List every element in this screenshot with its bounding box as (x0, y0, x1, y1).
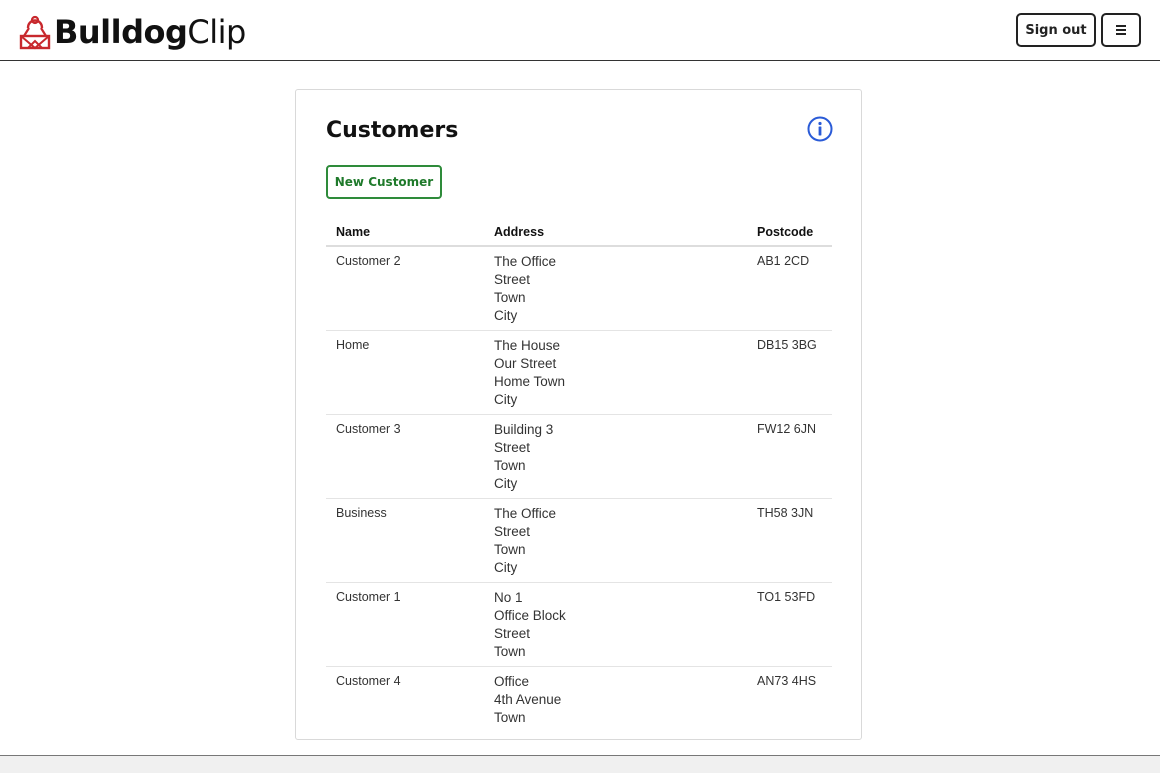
customers-table-body: Customer 2 The Office Street Town City AB1 2C… (326, 246, 832, 732)
menu-button[interactable] (1101, 13, 1141, 47)
address-line: Street (494, 626, 531, 641)
customer-name-cell[interactable]: Customer 4 (326, 666, 484, 732)
page-title: Customers (326, 118, 459, 143)
address-line: Town (494, 458, 526, 473)
address-line: The House (494, 338, 561, 353)
customer-address-cell: No 1 Office Block Street Town (484, 582, 747, 667)
bulldog-clip-icon (19, 15, 51, 50)
address-line: No 1 (494, 590, 523, 605)
sign-out-button[interactable]: Sign out (1016, 13, 1096, 47)
address-line: City (494, 560, 518, 575)
address-line: Office (494, 674, 530, 689)
info-icon (807, 116, 833, 142)
address-line: Office Block (494, 608, 566, 623)
column-header-name[interactable]: Name (326, 218, 484, 247)
table-row[interactable]: Customer 2 The Office Street Town City AB1 2C… (326, 246, 832, 331)
brand-name-bold: Bulldog (54, 13, 188, 51)
address-line: City (494, 392, 518, 407)
address-line: Town (494, 542, 526, 557)
customer-address-cell: Office 4th Avenue Town (484, 666, 747, 732)
hamburger-icon (1116, 25, 1126, 35)
address-line: City (494, 308, 518, 323)
table-row[interactable]: Business The Office Street Town City TH58 3JN (326, 498, 832, 583)
brand-name-light: Clip (187, 13, 246, 51)
customer-postcode-cell: DB15 3BG (747, 330, 832, 415)
customers-panel: Customers New Customer Name Address Post… (295, 89, 862, 740)
customer-name-cell[interactable]: Business (326, 498, 484, 583)
customer-address-cell: The House Our Street Home Town City (484, 330, 747, 415)
brand-logo[interactable]: Bulldog Clip (18, 10, 246, 54)
customer-postcode-cell: FW12 6JN (747, 414, 832, 499)
customer-address-cell: The Office Street Town City (484, 498, 747, 583)
table-row[interactable]: Customer 1 No 1 Office Block Street Town TO1 … (326, 582, 832, 667)
address-line: The Office (494, 506, 557, 521)
table-row[interactable]: Customer 3 Building 3 Street Town City FW12 6… (326, 414, 832, 499)
table-row[interactable]: Home The House Our Street Home Town City DB15… (326, 330, 832, 415)
customer-name-cell[interactable]: Customer 3 (326, 414, 484, 499)
customer-postcode-cell: TH58 3JN (747, 498, 832, 583)
address-line: 4th Avenue (494, 692, 562, 707)
customer-name-cell[interactable]: Home (326, 330, 484, 415)
customer-name-cell[interactable]: Customer 2 (326, 246, 484, 331)
address-line: Street (494, 440, 531, 455)
address-line: Street (494, 272, 531, 287)
footer-bar (0, 755, 1160, 773)
info-button[interactable] (806, 115, 834, 143)
customer-postcode-cell: AB1 2CD (757, 254, 810, 268)
address-line: Building 3 (494, 422, 554, 437)
table-row[interactable]: Customer 4 Office 4th Avenue Town AN73 4HS (326, 666, 832, 732)
address-line: The Office (494, 254, 557, 269)
customer-postcode-cell: AN73 4HS (747, 666, 832, 732)
address-line: Street (494, 524, 531, 539)
column-header-address[interactable]: Address (484, 218, 747, 247)
new-customer-button[interactable]: New Customer (326, 165, 442, 199)
top-navbar: Bulldog Clip Sign out (0, 0, 1160, 61)
customer-address-cell: The Office Street Town City (484, 246, 747, 331)
customer-address-cell: Building 3 Street Town City (484, 414, 747, 499)
customer-name-cell[interactable]: Customer 1 (326, 582, 484, 667)
table-header-row: Name Address Postcode (326, 218, 832, 247)
address-line: Our Street (494, 356, 557, 371)
customer-postcode-cell: TO1 53FD (747, 582, 832, 667)
column-header-postcode[interactable]: Postcode (747, 218, 832, 247)
address-line: Town (494, 644, 526, 659)
address-line: Town (494, 710, 526, 725)
customers-table: Name Address Postcode Customer 2 The Offi… (326, 218, 832, 732)
address-line: City (494, 476, 518, 491)
address-line: Home Town (494, 374, 566, 389)
address-line: Town (494, 290, 526, 305)
